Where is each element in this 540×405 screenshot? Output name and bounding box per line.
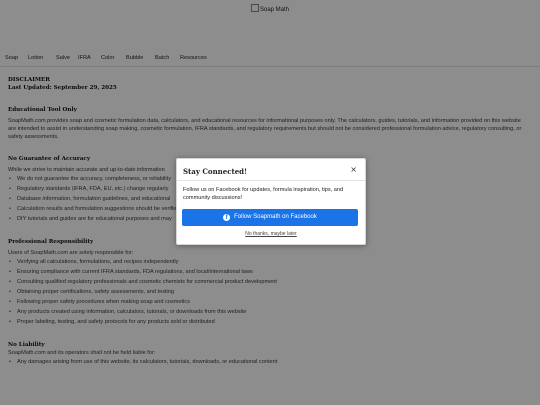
modal-body-text: Follow us on Facebook for updates, formu… <box>183 187 344 201</box>
dismiss-link[interactable]: No thanks, maybe later <box>177 231 365 237</box>
modal-title: Stay Connected! <box>183 167 248 176</box>
follow-facebook-label: Follow Soapmath on Facebook <box>234 214 317 220</box>
modal-divider <box>177 180 365 181</box>
follow-facebook-button[interactable]: f Follow Soapmath on Facebook <box>182 209 358 226</box>
stay-connected-modal: Stay Connected! × Follow us on Facebook … <box>176 158 366 245</box>
facebook-icon: f <box>223 214 231 221</box>
close-icon[interactable]: × <box>350 166 357 174</box>
